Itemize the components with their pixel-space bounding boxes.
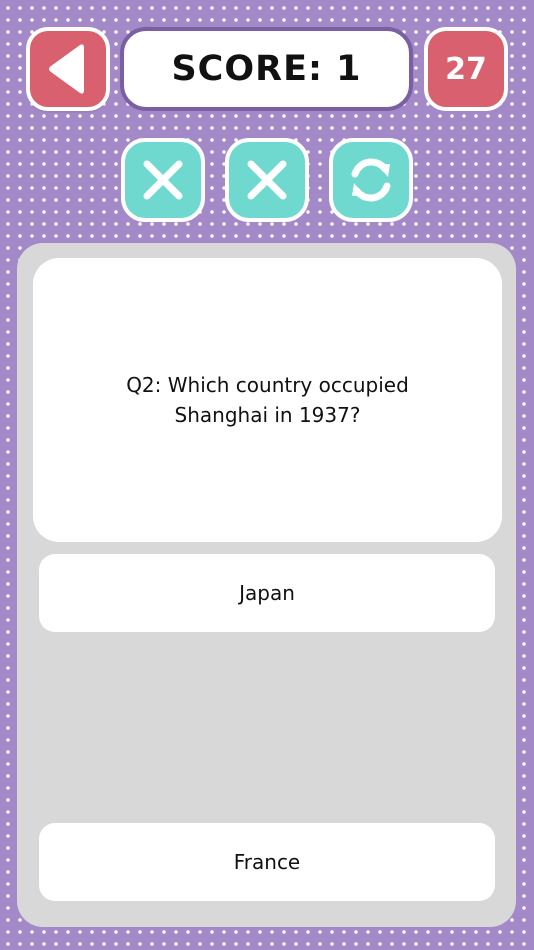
- question-text: Q2: Which country occupied Shanghai in 1…: [126, 373, 409, 427]
- answer-label: France: [233, 850, 301, 874]
- swap-question-icon: [351, 158, 391, 202]
- score-label: SCORE:: [171, 49, 323, 89]
- swap-question-button[interactable]: [329, 138, 413, 222]
- remove-answer-icon: [247, 160, 287, 200]
- remove-answer-icon: [143, 160, 183, 200]
- answer-option-1[interactable]: Japan: [39, 554, 495, 632]
- timer-value: 27: [445, 51, 487, 87]
- back-arrow-icon: [49, 44, 84, 94]
- timer-badge: 27: [424, 27, 508, 111]
- answer-option-2[interactable]: France: [39, 823, 495, 901]
- remove-answer-button-1[interactable]: [121, 138, 205, 222]
- remove-answer-button-2[interactable]: [225, 138, 309, 222]
- score-display: SCORE: 1: [120, 27, 413, 111]
- score-value: 1: [336, 49, 362, 89]
- answer-label: Japan: [239, 581, 295, 605]
- question-card: Q2: Which country occupied Shanghai in 1…: [33, 258, 502, 542]
- back-button[interactable]: [26, 27, 110, 111]
